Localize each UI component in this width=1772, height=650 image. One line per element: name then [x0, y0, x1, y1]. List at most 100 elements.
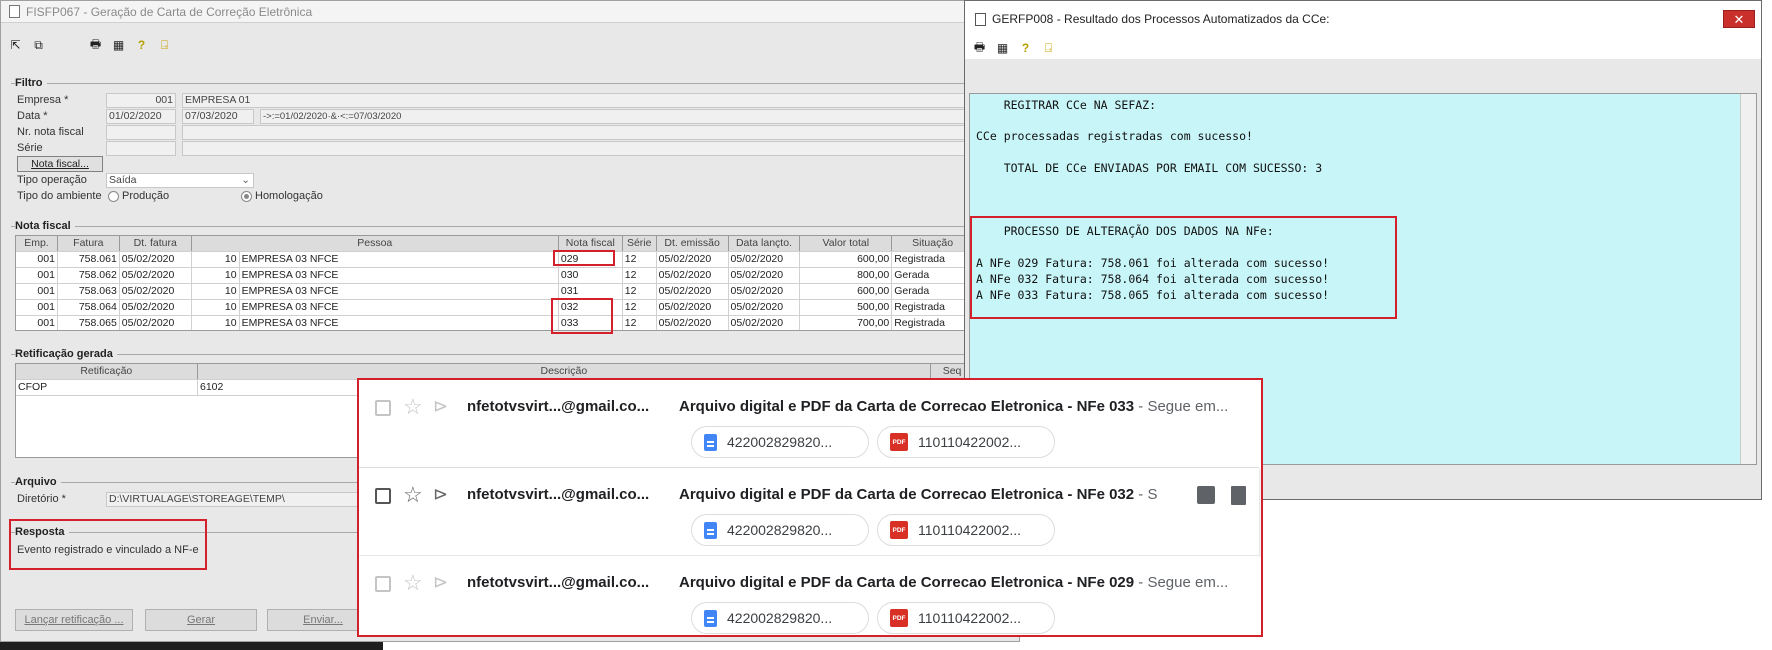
grid-icon[interactable]: ▦: [110, 37, 127, 54]
cell-dt-fatura: 05/02/2020: [120, 284, 192, 299]
cell-dt-fatura: 05/02/2020: [120, 268, 192, 283]
tipo-ambiente-label: Tipo do ambiente: [17, 190, 102, 202]
attachment-chip[interactable]: 422002829820...: [691, 514, 869, 546]
archive-icon[interactable]: [1197, 486, 1215, 504]
important-icon[interactable]: ⊳: [433, 484, 448, 505]
highlight-alteracao: [970, 216, 1397, 319]
doc-icon: [704, 609, 717, 627]
cell-dt-fatura: 05/02/2020: [120, 252, 192, 267]
empresa-code-field[interactable]: 001: [106, 93, 176, 108]
print-icon[interactable]: 🖶: [87, 37, 104, 54]
arquivo-group-label: Arquivo: [15, 476, 61, 488]
homologacao-radio[interactable]: [241, 191, 252, 202]
empresa-label: Empresa *: [17, 94, 69, 106]
table-row[interactable]: 001 758.062 05/02/2020 10 EMPRESA 03 NFC…: [16, 268, 974, 284]
cell-pessoa-code: 10: [192, 252, 240, 267]
email-subject: Arquivo digital e PDF da Carta de Correc…: [679, 398, 1249, 415]
nota-fiscal-button[interactable]: Nota fiscal...: [17, 156, 103, 172]
attachment-chip[interactable]: PDF 110110422002...: [877, 426, 1055, 458]
table-row[interactable]: 001 758.064 05/02/2020 10 EMPRESA 03 NFC…: [16, 300, 974, 316]
column-header[interactable]: Nota fiscal: [558, 236, 623, 251]
column-header[interactable]: Descrição: [197, 364, 932, 379]
table-header: Emp. Fatura Dt. fatura Pessoa Nota fisca…: [16, 236, 974, 252]
email-checkbox[interactable]: [375, 488, 391, 504]
column-header[interactable]: Pessoa: [191, 236, 559, 251]
email-sender: nfetotvsvirt...@gmail.co...: [467, 574, 650, 591]
lancar-retificacao-button[interactable]: Lançar retificação ...: [15, 609, 133, 631]
column-header[interactable]: Situação: [892, 236, 974, 251]
cell-emp: 001: [16, 268, 58, 283]
chevron-down-icon: ⌄: [241, 174, 250, 186]
print-icon[interactable]: 🖶: [971, 40, 988, 57]
result-line: CCe processadas registradas com sucesso!: [976, 129, 1253, 143]
email-subject-text: Arquivo digital e PDF da Carta de Correc…: [679, 398, 1135, 415]
filtro-label: Filtro: [15, 77, 47, 89]
important-icon[interactable]: ⊳: [433, 572, 448, 593]
help-icon[interactable]: ?: [1017, 40, 1034, 57]
attachment-chip[interactable]: 422002829820...: [691, 426, 869, 458]
attachment-chip[interactable]: PDF 110110422002...: [877, 514, 1055, 546]
important-icon[interactable]: ⊳: [433, 396, 448, 417]
email-subject: Arquivo digital e PDF da Carta de Correc…: [679, 486, 1159, 503]
exit-icon[interactable]: ⍈: [1040, 40, 1057, 57]
cell-serie: 12: [623, 316, 657, 330]
column-header[interactable]: Dt. emissão: [656, 236, 729, 251]
table-row[interactable]: 001 758.065 05/02/2020 10 EMPRESA 03 NFC…: [16, 316, 974, 330]
email-row[interactable]: ☆ ⊳ nfetotvsvirt...@gmail.co... Arquivo …: [359, 468, 1259, 556]
star-icon[interactable]: ☆: [403, 482, 423, 508]
export-icon[interactable]: ⇱: [7, 37, 24, 54]
cell-lancto: 05/02/2020: [729, 300, 801, 315]
cell-pessoa-code: 10: [192, 300, 240, 315]
scrollbar[interactable]: [1740, 94, 1756, 464]
pdf-icon: PDF: [890, 433, 908, 451]
table-row[interactable]: 001 758.063 05/02/2020 10 EMPRESA 03 NFC…: [16, 284, 974, 300]
star-icon[interactable]: ☆: [403, 394, 423, 420]
email-row[interactable]: ☆ ⊳ nfetotvsvirt...@gmail.co... Arquivo …: [359, 380, 1259, 468]
attachment-chip[interactable]: 422002829820...: [691, 602, 869, 634]
nota-fiscal-field[interactable]: [106, 125, 176, 140]
grid-icon[interactable]: ▦: [994, 40, 1011, 57]
attachment-chip[interactable]: PDF 110110422002...: [877, 602, 1055, 634]
email-checkbox[interactable]: [375, 576, 391, 592]
column-header[interactable]: Fatura: [57, 236, 120, 251]
copy-icon[interactable]: ⧉: [30, 37, 47, 54]
serie-label: Série: [17, 142, 43, 154]
cell-fatura: 758.064: [58, 300, 120, 315]
gerar-button[interactable]: Gerar: [145, 609, 257, 631]
cell-pessoa-code: 10: [192, 268, 240, 283]
column-header[interactable]: Série: [622, 236, 657, 251]
data-from-field[interactable]: 01/02/2020: [106, 109, 176, 124]
trash-icon[interactable]: [1231, 486, 1246, 505]
exit-icon[interactable]: ⍈: [156, 37, 173, 54]
table-row[interactable]: 001 758.061 05/02/2020 10 EMPRESA 03 NFC…: [16, 252, 974, 268]
column-header[interactable]: Emp.: [16, 236, 58, 251]
nota-fiscal-table: Emp. Fatura Dt. fatura Pessoa Nota fisca…: [15, 235, 975, 331]
cell-fatura: 758.062: [58, 268, 120, 283]
cell-nota: 030: [559, 268, 623, 283]
column-header[interactable]: Data lançto.: [728, 236, 801, 251]
attachment-name: 110110422002...: [918, 434, 1022, 450]
email-sender: nfetotvsvirt...@gmail.co...: [467, 486, 650, 503]
email-checkbox[interactable]: [375, 400, 391, 416]
column-header[interactable]: Retificação: [16, 364, 198, 379]
lancar-retificacao-label: Lançar retificação ...: [24, 614, 124, 626]
help-icon[interactable]: ?: [133, 37, 150, 54]
cell-emissao: 05/02/2020: [657, 252, 729, 267]
cell-situacao: Registrada: [892, 252, 974, 267]
column-header[interactable]: Dt. fatura: [119, 236, 192, 251]
column-header[interactable]: Valor total: [800, 236, 893, 251]
data-expression-field: ->:=01/02/2020·&·<:=07/03/2020: [260, 109, 1012, 124]
email-row[interactable]: ☆ ⊳ nfetotvsvirt...@gmail.co... Arquivo …: [359, 556, 1259, 635]
highlight-resposta: [9, 519, 207, 570]
attachment-name: 422002829820...: [727, 522, 833, 538]
cell-lancto: 05/02/2020: [729, 316, 801, 330]
serie-field[interactable]: [106, 141, 176, 156]
producao-radio[interactable]: [108, 191, 119, 202]
tipo-operacao-select[interactable]: Saída ⌄: [106, 173, 254, 188]
close-icon[interactable]: ✕: [1723, 10, 1755, 28]
cell-pessoa: EMPRESA 03 NFCE: [240, 252, 559, 267]
star-icon[interactable]: ☆: [403, 570, 423, 596]
cell-valor: 800,00: [800, 268, 893, 283]
doc-icon: [704, 521, 717, 539]
data-to-field[interactable]: 07/03/2020: [182, 109, 254, 124]
